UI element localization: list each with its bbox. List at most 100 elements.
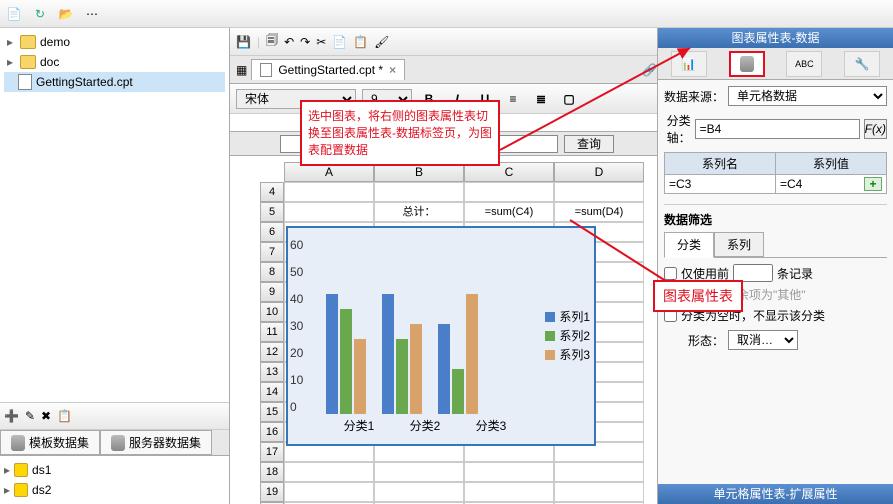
new-icon[interactable]: 📄 [4, 4, 24, 24]
chart-plot [316, 238, 524, 414]
editor-tab-bar: ▦ GettingStarted.cpt * × 🔗 [230, 56, 657, 84]
cell[interactable]: 总计： [374, 202, 464, 222]
save-icon[interactable]: 💾 [236, 35, 251, 49]
query-button[interactable]: 查询 [564, 135, 614, 153]
format-brush-icon[interactable]: 🖌 [374, 35, 389, 49]
row-header[interactable]: 4 [260, 182, 284, 202]
row-header[interactable]: 16 [260, 422, 284, 442]
ds-item[interactable]: ▸ ds1 [4, 460, 225, 480]
data-source-label: 数据来源： [664, 88, 724, 105]
cell[interactable] [464, 462, 554, 482]
only-first-checkbox[interactable] [664, 267, 677, 280]
tab-type-icon[interactable]: 📊 [671, 51, 707, 77]
row-header[interactable]: 10 [260, 302, 284, 322]
del-ds-icon[interactable]: ✖ [41, 409, 51, 423]
add-series-button[interactable]: + [864, 177, 882, 191]
tab-data-icon[interactable] [729, 51, 765, 77]
folder-icon [20, 35, 36, 49]
cell[interactable] [374, 482, 464, 502]
edit-ds-icon[interactable]: ✎ [25, 409, 35, 423]
expand-icon[interactable]: ▸ [4, 483, 10, 497]
align-left-button[interactable]: ≡ [502, 88, 524, 110]
tree-item-doc[interactable]: ▸ doc [4, 52, 225, 72]
row-header[interactable]: 7 [260, 242, 284, 262]
row-header[interactable]: 6 [260, 222, 284, 242]
undo-icon[interactable]: ↶ [284, 35, 294, 49]
filter-tab-series[interactable]: 系列 [714, 232, 764, 257]
row-header[interactable]: 9 [260, 282, 284, 302]
series-table-row[interactable]: =C3 =C4 + [664, 175, 887, 194]
border-button[interactable]: ▢ [558, 88, 580, 110]
expand-icon[interactable]: ▸ [4, 55, 16, 69]
tab-label: GettingStarted.cpt * [278, 63, 383, 77]
open-icon[interactable]: 📂 [56, 4, 76, 24]
cell[interactable] [464, 482, 554, 502]
link-icon[interactable]: 🔗 [642, 63, 657, 77]
copy-ds-icon[interactable]: 📋 [57, 409, 72, 423]
cell[interactable] [374, 182, 464, 202]
row-header[interactable]: 13 [260, 362, 284, 382]
cell[interactable]: =sum(D4) [554, 202, 644, 222]
annotation-label: 图表属性表 [653, 280, 743, 312]
cell[interactable]: =sum(C4) [464, 202, 554, 222]
cell[interactable] [554, 462, 644, 482]
cut-icon[interactable]: ✂ [316, 35, 326, 49]
expand-icon[interactable]: ▸ [4, 463, 10, 477]
tab-server-ds[interactable]: 服务器数据集 [100, 430, 212, 455]
cell[interactable] [554, 182, 644, 202]
row-header[interactable]: 5 [260, 202, 284, 222]
grid-icon[interactable]: ▦ [236, 63, 247, 77]
ds-icon [14, 483, 28, 497]
expand-icon[interactable]: ▸ [4, 35, 16, 49]
close-icon[interactable]: × [389, 63, 396, 77]
add-ds-icon[interactable]: ➕ [4, 409, 19, 423]
export-icon[interactable]: 🗐 [266, 31, 278, 52]
tree-item-demo[interactable]: ▸ demo [4, 32, 225, 52]
cell[interactable] [554, 482, 644, 502]
align-center-button[interactable]: ≣ [530, 88, 552, 110]
db-icon [111, 435, 125, 451]
fx-button[interactable]: F(x) [864, 119, 887, 139]
cell[interactable] [284, 462, 374, 482]
shape-select[interactable]: 取消… [728, 330, 798, 350]
ds-label: ds1 [32, 463, 51, 477]
redo-icon[interactable]: ↷ [300, 35, 310, 49]
row-header[interactable]: 11 [260, 322, 284, 342]
row-header[interactable]: 14 [260, 382, 284, 402]
cell[interactable] [284, 182, 374, 202]
cell[interactable] [284, 202, 374, 222]
tree-item-file[interactable]: GettingStarted.cpt [4, 72, 225, 92]
cell[interactable] [284, 482, 374, 502]
row-header[interactable]: 19 [260, 482, 284, 502]
cell[interactable] [374, 462, 464, 482]
refresh-icon[interactable]: ↻ [30, 4, 50, 24]
tab-special-icon[interactable]: 🔧 [844, 51, 880, 77]
props-icon[interactable]: ⋯ [82, 4, 102, 24]
records-label: 条记录 [777, 265, 813, 282]
tab-style-icon[interactable]: ABC [786, 51, 822, 77]
data-source-select[interactable]: 单元格数据 [728, 86, 887, 106]
series-name-cell[interactable]: =C3 [665, 175, 776, 193]
row-header[interactable]: 15 [260, 402, 284, 422]
category-axis-input[interactable] [695, 119, 860, 139]
tab-template-ds[interactable]: 模板数据集 [0, 430, 100, 455]
row-header[interactable]: 12 [260, 342, 284, 362]
ds-item[interactable]: ▸ ds2 [4, 480, 225, 500]
copy-icon[interactable]: 📄 [332, 35, 347, 49]
col-header[interactable]: D [554, 162, 644, 182]
ds-icon [14, 463, 28, 477]
file-icon [18, 74, 32, 90]
filter-tabs: 分类 系列 [664, 232, 887, 258]
project-tree[interactable]: ▸ demo ▸ doc GettingStarted.cpt [0, 28, 229, 402]
design-grid[interactable]: A B C D 45总计：=sum(C4)=sum(D4)67891011121… [230, 156, 657, 504]
paste-icon[interactable]: 📋 [353, 35, 368, 49]
row-header[interactable]: 8 [260, 262, 284, 282]
embedded-chart[interactable]: 0102030405060 分类1分类2分类3 系列1系列2系列3 [286, 226, 596, 446]
row-header[interactable]: 17 [260, 442, 284, 462]
category-axis-label: 分类轴： [664, 112, 691, 146]
filter-tab-category[interactable]: 分类 [664, 232, 714, 258]
row-header[interactable]: 18 [260, 462, 284, 482]
editor-tab[interactable]: GettingStarted.cpt * × [251, 59, 405, 80]
series-value-cell[interactable]: =C4 + [776, 175, 886, 193]
cell[interactable] [464, 182, 554, 202]
